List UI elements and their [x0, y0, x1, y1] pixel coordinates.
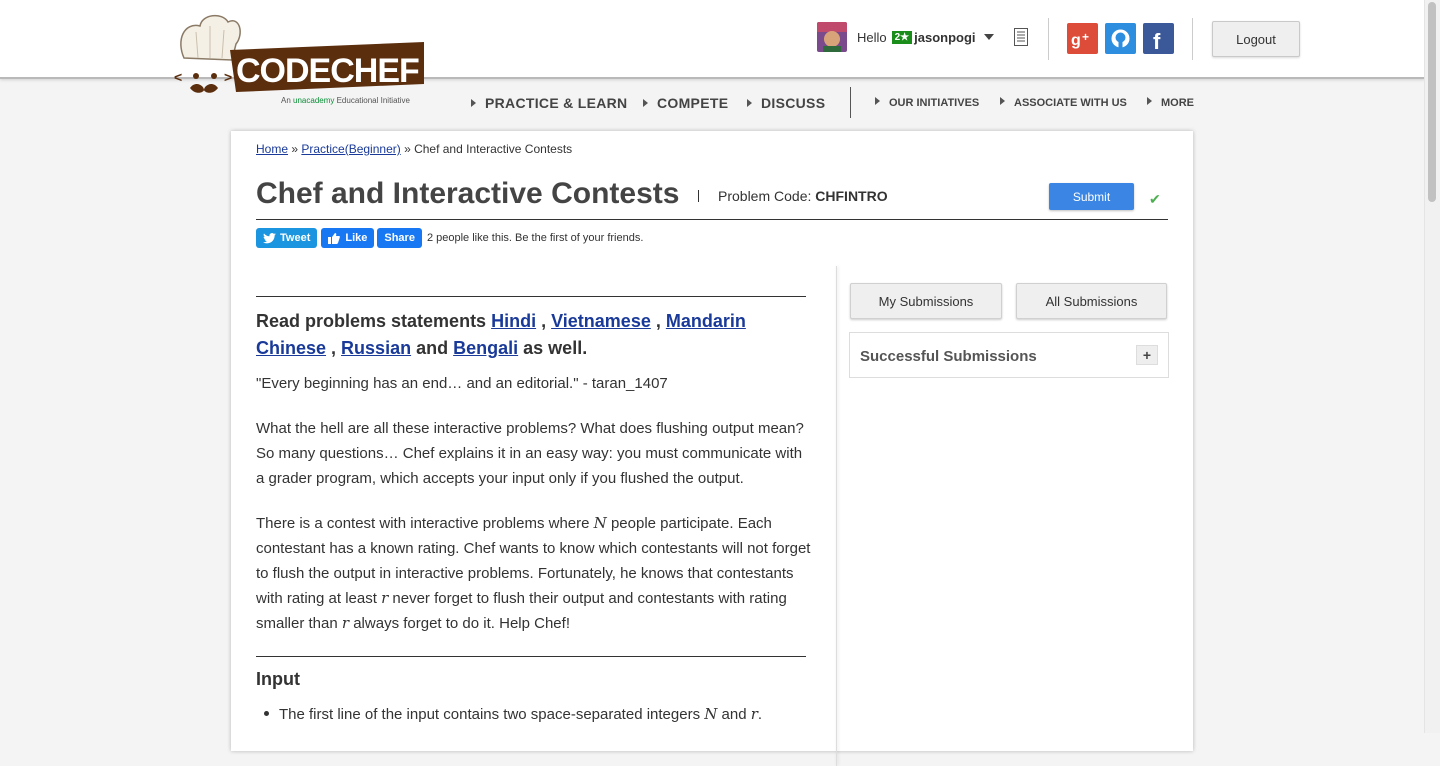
lang-link-bengali[interactable]: Bengali: [453, 338, 518, 358]
facebook-icon[interactable]: f: [1143, 23, 1174, 54]
nav-discuss[interactable]: DISCUSS: [747, 95, 825, 111]
lang-link-hindi[interactable]: Hindi: [491, 311, 536, 331]
hello-text: Hello: [857, 29, 887, 45]
breadcrumb-current: Chef and Interactive Contests: [414, 142, 573, 156]
header-divider: [1048, 18, 1049, 60]
caret-right-icon: [471, 99, 476, 107]
social-share-row: Tweet Like Share 2 people like this. Be …: [256, 228, 643, 248]
svg-text:f: f: [1153, 29, 1161, 54]
svg-text:<: <: [174, 69, 182, 85]
all-submissions-button[interactable]: All Submissions: [1016, 283, 1167, 319]
avatar[interactable]: [817, 22, 847, 52]
notes-icon[interactable]: [1014, 28, 1028, 51]
title-divider: [698, 190, 699, 202]
svg-text:>: >: [224, 69, 232, 85]
logout-button[interactable]: Logout: [1212, 21, 1300, 57]
username[interactable]: jasonpogi: [914, 30, 975, 45]
nav-associate-with-us[interactable]: ASSOCIATE WITH US: [1000, 97, 1127, 109]
chevron-down-icon[interactable]: [983, 34, 994, 40]
statement-paragraph-2: There is a contest with interactive prob…: [256, 514, 811, 632]
like-count-text: 2 people like this. Be the first of your…: [426, 232, 644, 244]
caret-right-icon: [1147, 97, 1152, 105]
rating-star-badge: 2★: [891, 30, 913, 44]
page-title: Chef and Interactive Contests: [256, 177, 680, 210]
section-rule: [256, 656, 806, 657]
submit-button[interactable]: Submit: [1049, 183, 1134, 210]
svg-text:g: g: [1071, 32, 1081, 49]
tweet-button[interactable]: Tweet: [256, 228, 318, 248]
breadcrumb: Home » Practice(Beginner) » Chef and Int…: [256, 142, 573, 156]
translations-notice: Read problems statements Hindi , Vietnam…: [256, 311, 746, 358]
expand-icon[interactable]: +: [1136, 345, 1158, 365]
successful-submissions-panel[interactable]: Successful Submissions +: [849, 332, 1169, 378]
epigraph-quote: "Every beginning has an end… and an edit…: [256, 375, 668, 392]
codechef-logo[interactable]: < > CODECHEF: [170, 10, 430, 110]
svg-text:+: +: [1082, 30, 1089, 44]
check-icon: ✔: [1149, 191, 1161, 207]
title-rule: [256, 219, 1168, 220]
nav-divider: [850, 87, 851, 118]
logo-wordmark: CODECHEF: [236, 52, 419, 90]
lang-link-russian[interactable]: Russian: [341, 338, 411, 358]
statement-rule: [256, 296, 806, 297]
breadcrumb-practice-link[interactable]: Practice(Beginner): [301, 142, 400, 156]
scrollbar-thumb[interactable]: [1428, 2, 1436, 202]
my-submissions-button[interactable]: My Submissions: [850, 283, 1002, 319]
input-heading: Input: [256, 669, 300, 689]
header-divider: [1192, 18, 1193, 60]
nav-practice-learn[interactable]: PRACTICE & LEARN: [471, 95, 627, 111]
page-scrollbar[interactable]: [1424, 0, 1440, 733]
caret-right-icon: [1000, 97, 1005, 105]
problem-code: Problem Code: CHFINTRO: [718, 188, 888, 204]
breadcrumb-home-link[interactable]: Home: [256, 142, 288, 156]
statement-paragraph-1: What the hell are all these interactive …: [256, 420, 804, 487]
github-icon[interactable]: [1105, 23, 1136, 54]
input-bullet: The first line of the input contains two…: [256, 705, 762, 723]
facebook-like-button[interactable]: Like: [321, 228, 375, 248]
problem-card: Home » Practice(Beginner) » Chef and Int…: [231, 131, 1193, 766]
caret-right-icon: [747, 99, 752, 107]
logo-tagline: An unacademy Educational Initiative: [281, 96, 410, 105]
thumbs-up-icon: [328, 232, 341, 244]
nav-our-initiatives[interactable]: OUR INITIATIVES: [875, 97, 979, 109]
user-menu[interactable]: Hello 2★ jasonpogi: [817, 22, 994, 52]
google-plus-icon[interactable]: g +: [1067, 23, 1098, 54]
facebook-share-button[interactable]: Share: [377, 228, 422, 248]
successful-submissions-title: Successful Submissions: [860, 348, 1037, 365]
lang-link-vietnamese[interactable]: Vietnamese: [551, 311, 651, 331]
nav-compete[interactable]: COMPETE: [643, 95, 728, 111]
caret-right-icon: [875, 97, 880, 105]
nav-more[interactable]: MORE: [1147, 97, 1194, 109]
twitter-icon: [263, 232, 276, 243]
column-divider: [836, 266, 837, 766]
caret-right-icon: [643, 99, 648, 107]
